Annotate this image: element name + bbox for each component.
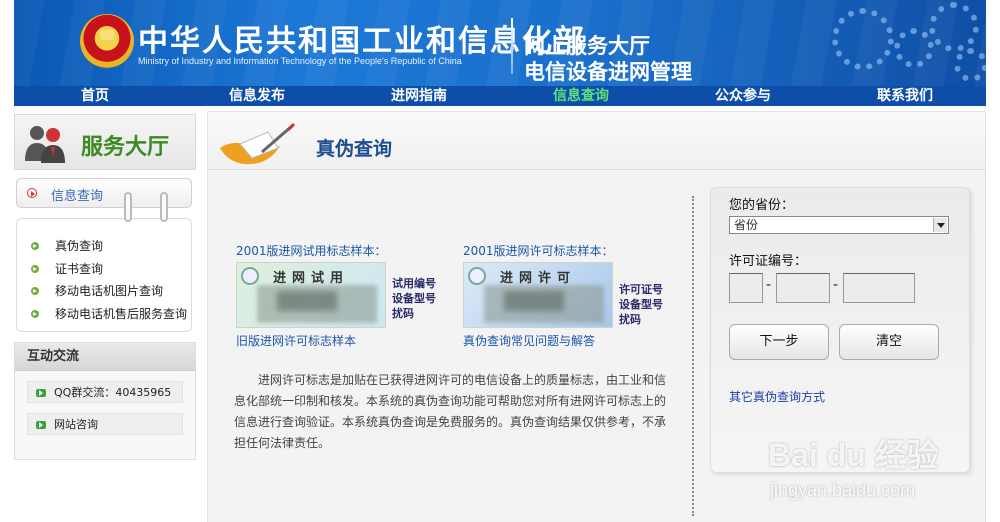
- people-icon: [25, 126, 65, 163]
- faq-link[interactable]: 真伪查询常见问题与解答: [463, 332, 595, 349]
- license-label-sample-image: 进网许可: [463, 262, 613, 328]
- header-divider: [511, 18, 513, 74]
- service-hall-title: 服务大厅: [81, 135, 170, 160]
- license-input-part3[interactable]: [843, 273, 915, 303]
- title-bar: 真伪查询: [208, 112, 985, 170]
- sample1-labels: 试用编号 设备型号 扰码: [392, 276, 436, 321]
- qq-group-link[interactable]: QQ群交流：40435965: [27, 381, 183, 403]
- sidebar-item-label: 移动电话机售后服务查询: [55, 306, 188, 321]
- old-sample-link[interactable]: 旧版进网许可标志样本: [236, 332, 356, 349]
- baidu-watermark: Bai du 经验: [768, 437, 939, 473]
- sidebar-item-label: 证书查询: [55, 261, 104, 276]
- nav-item-news[interactable]: 信息发布: [176, 86, 338, 106]
- qq-group-label: QQ群交流：40435965: [54, 386, 172, 399]
- dash-separator: -: [766, 277, 772, 293]
- gear-icon: [954, 48, 986, 82]
- interaction-title: 互动交流: [15, 343, 195, 371]
- license-input-part1[interactable]: [729, 273, 763, 303]
- arrow-icon: [36, 421, 46, 429]
- ministry-name-en: Ministry of Industry and Information Tec…: [138, 56, 462, 66]
- clear-button[interactable]: 清空: [839, 324, 939, 360]
- sample1-label: 扰码: [392, 307, 414, 320]
- sample2-labels: 许可证号 设备型号 扰码: [619, 282, 663, 327]
- nav-item-participation[interactable]: 公众参与: [662, 86, 824, 106]
- sample2-label: 设备型号: [619, 298, 663, 311]
- dotted-divider: [692, 196, 694, 516]
- other-methods-link[interactable]: 其它真伪查询方式: [729, 388, 825, 405]
- blurred-code: [277, 291, 337, 311]
- website-consult-label: 网站咨询: [54, 418, 98, 431]
- province-select[interactable]: 省份: [729, 216, 949, 234]
- hall-subtitle: 电信设备进网管理: [524, 60, 692, 84]
- trial-label-sample-image: 进网试用: [236, 262, 386, 328]
- sidebar-item-certificate[interactable]: 证书查询: [31, 258, 191, 281]
- sample1-caption: 2001版进网试用标志样本：: [236, 244, 387, 258]
- province-select-value: 省份: [734, 218, 759, 232]
- sidebar-item-label: 真伪查询: [55, 239, 104, 253]
- national-emblem-icon: [80, 14, 134, 68]
- seal-icon: [468, 267, 486, 285]
- sample1-label: 试用编号: [392, 277, 436, 290]
- interaction-box: 互动交流 QQ群交流：40435965 网站咨询: [14, 342, 196, 460]
- binder-rings: [124, 192, 184, 222]
- ministry-name-cn: 中华人民共和国工业和信息化部: [138, 24, 586, 59]
- main-nav: 首页 信息发布 进网指南 信息查询 公众参与 联系我们: [14, 86, 986, 106]
- page-title: 真伪查询: [316, 138, 393, 160]
- nav-item-home[interactable]: 首页: [14, 86, 176, 106]
- service-hall-header: 服务大厅: [14, 114, 196, 170]
- sample2-head: 进网许可: [500, 271, 577, 286]
- arrow-bullet-icon: [31, 287, 39, 296]
- sample2-label: 扰码: [619, 313, 641, 326]
- sample1-head: 进网试用: [273, 271, 350, 286]
- query-section-label: 信息查询: [51, 189, 104, 204]
- sample2-label: 许可证号: [619, 283, 663, 296]
- sidebar: 服务大厅 信息查询 真伪查询 证书查询 移动电话机图片查询 移动电话机售后服务查…: [14, 114, 196, 460]
- gear-icon: [894, 28, 934, 68]
- nav-item-guide[interactable]: 进网指南: [338, 86, 500, 106]
- arrow-bullet-icon: [31, 242, 39, 250]
- arrow-bullet-icon: [31, 264, 39, 273]
- dash-separator: -: [833, 277, 839, 293]
- license-input-part2[interactable]: [776, 273, 830, 303]
- play-icon: [27, 188, 37, 198]
- gear-icon: [832, 8, 894, 70]
- sample1-label: 设备型号: [392, 292, 436, 305]
- seal-icon: [241, 267, 259, 285]
- nav-item-contact[interactable]: 联系我们: [824, 86, 986, 106]
- province-label: 您的省份：: [729, 198, 795, 213]
- chevron-down-icon: [933, 218, 947, 232]
- header-banner: 中华人民共和国工业和信息化部 Ministry of Industry and …: [14, 0, 986, 86]
- gear-icon: [929, 2, 979, 52]
- baidu-watermark-url: jingyan.baidu.com: [770, 480, 916, 500]
- sidebar-item-authenticity[interactable]: 真伪查询: [31, 235, 191, 258]
- nav-item-query[interactable]: 信息查询: [500, 86, 662, 106]
- arrow-bullet-icon: [31, 309, 39, 318]
- arrow-icon: [36, 389, 46, 397]
- ring-icon: [160, 192, 168, 222]
- sidebar-item-after-sales[interactable]: 移动电话机售后服务查询: [31, 303, 191, 326]
- sidebar-item-phone-images[interactable]: 移动电话机图片查询: [31, 280, 191, 303]
- description-text: 进网许可标志是加贴在已获得进网许可的电信设备上的质量标志，由工业和信息化部统一印…: [234, 373, 667, 450]
- sample2-caption: 2001版进网许可标志样本：: [463, 244, 614, 258]
- sidebar-item-label: 移动电话机图片查询: [55, 284, 164, 299]
- license-number-label: 许可证编号：: [729, 254, 808, 269]
- next-button[interactable]: 下一步: [729, 324, 829, 360]
- blurred-code: [504, 291, 564, 311]
- query-list: 真伪查询 证书查询 移动电话机图片查询 移动电话机售后服务查询: [16, 218, 192, 333]
- pen-paper-icon: [220, 122, 296, 165]
- ring-icon: [124, 192, 132, 222]
- website-consult-link[interactable]: 网站咨询: [27, 413, 183, 435]
